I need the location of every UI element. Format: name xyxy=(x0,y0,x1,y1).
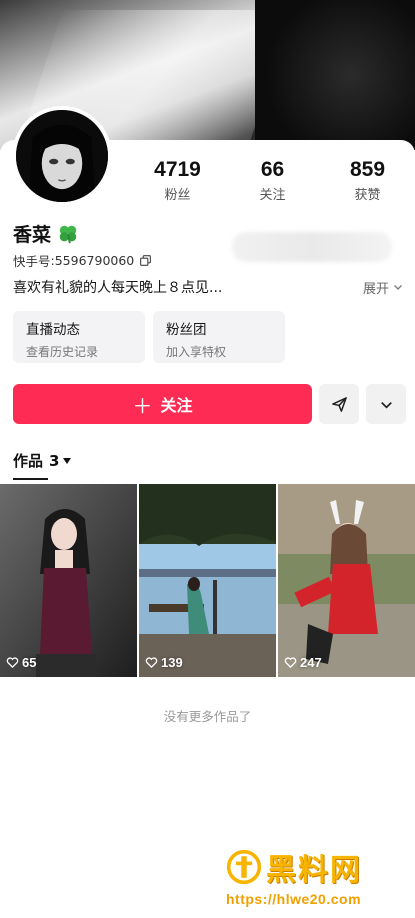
work-likes: 65 xyxy=(6,655,36,670)
heart-icon xyxy=(284,657,297,669)
profile-name-row: 香菜 xyxy=(13,220,79,247)
chevron-down-icon xyxy=(394,285,402,290)
send-icon xyxy=(331,396,347,412)
blurred-region xyxy=(232,232,392,262)
stat-value: 66 xyxy=(260,158,285,181)
stat-value: 859 xyxy=(349,158,386,181)
stat-label: 粉丝 xyxy=(164,188,191,203)
heart-icon xyxy=(6,657,19,669)
stat-value: 4719 xyxy=(154,158,201,181)
watermark: 黑料网 https://hlwe20.com xyxy=(226,845,406,907)
work-photo xyxy=(0,484,137,677)
feature-cards: 直播动态 查看历史记录 粉丝团 加入享特权 xyxy=(13,311,285,363)
stat-following[interactable]: 66 关注 xyxy=(225,158,320,203)
work-photo xyxy=(139,484,276,677)
user-id-value: 5596790060 xyxy=(54,253,135,268)
watermark-logo-icon xyxy=(226,849,262,885)
work-likes: 247 xyxy=(284,655,322,670)
card-title: 粉丝团 xyxy=(166,322,207,338)
card-subtitle: 加入享特权 xyxy=(166,345,227,359)
no-more-works-text: 没有更多作品了 xyxy=(163,709,252,724)
bio-text: 喜欢有礼貌的人每天晚上８点见... xyxy=(13,280,223,296)
work-thumbnail[interactable]: 247 xyxy=(278,484,415,677)
bio-row: 喜欢有礼貌的人每天晚上８点见... 展开 xyxy=(13,277,403,297)
card-live-history[interactable]: 直播动态 查看历史记录 xyxy=(13,311,145,363)
profile-stats: 4719 粉丝 66 关注 859 获赞 xyxy=(130,158,415,203)
work-likes: 139 xyxy=(145,655,183,670)
copy-icon[interactable] xyxy=(140,255,152,266)
avatar[interactable] xyxy=(12,106,112,206)
action-bar: ＋ 关注 xyxy=(13,384,406,424)
clover-icon xyxy=(59,225,77,243)
likes-count: 247 xyxy=(300,655,322,670)
avatar-illustration xyxy=(16,110,108,202)
stat-label: 关注 xyxy=(259,188,286,203)
expand-label: 展开 xyxy=(362,281,389,297)
card-fan-club[interactable]: 粉丝团 加入享特权 xyxy=(153,311,285,363)
tab-label: 作品 xyxy=(13,452,44,470)
share-button[interactable] xyxy=(319,384,359,424)
heart-icon xyxy=(145,657,158,669)
stat-likes[interactable]: 859 获赞 xyxy=(320,158,415,203)
chevron-down-icon xyxy=(380,401,392,409)
watermark-url: https://hlwe20.com xyxy=(226,891,362,907)
follow-label: 关注 xyxy=(160,396,193,415)
watermark-brand-row: 黑料网 xyxy=(226,845,406,889)
card-subtitle: 查看历史记录 xyxy=(26,345,99,359)
stat-followers[interactable]: 4719 粉丝 xyxy=(130,158,225,203)
tab-underline xyxy=(13,478,48,480)
user-id-row[interactable]: 快手号 : 5596790060 xyxy=(13,251,152,270)
work-photo xyxy=(278,484,415,677)
stat-label: 获赞 xyxy=(354,188,381,203)
expand-bio-button[interactable]: 展开 xyxy=(363,278,403,297)
cover-shadow xyxy=(255,0,415,150)
card-title: 直播动态 xyxy=(26,322,80,338)
tab-works[interactable]: 作品 3 xyxy=(13,450,72,471)
more-button[interactable] xyxy=(366,384,406,424)
tab-count: 3 xyxy=(49,451,60,470)
work-thumbnail[interactable]: 65 xyxy=(0,484,137,677)
profile-name: 香菜 xyxy=(13,224,52,246)
plus-icon: ＋ xyxy=(132,393,153,418)
likes-count: 139 xyxy=(161,655,183,670)
likes-count: 65 xyxy=(22,655,37,670)
user-id-label: 快手号 xyxy=(13,254,51,269)
works-grid: 65 139 247 xyxy=(0,484,415,677)
caret-down-icon xyxy=(63,457,72,464)
follow-button[interactable]: ＋ 关注 xyxy=(13,384,312,424)
work-thumbnail[interactable]: 139 xyxy=(139,484,276,677)
watermark-brand: 黑料网 xyxy=(266,853,362,888)
